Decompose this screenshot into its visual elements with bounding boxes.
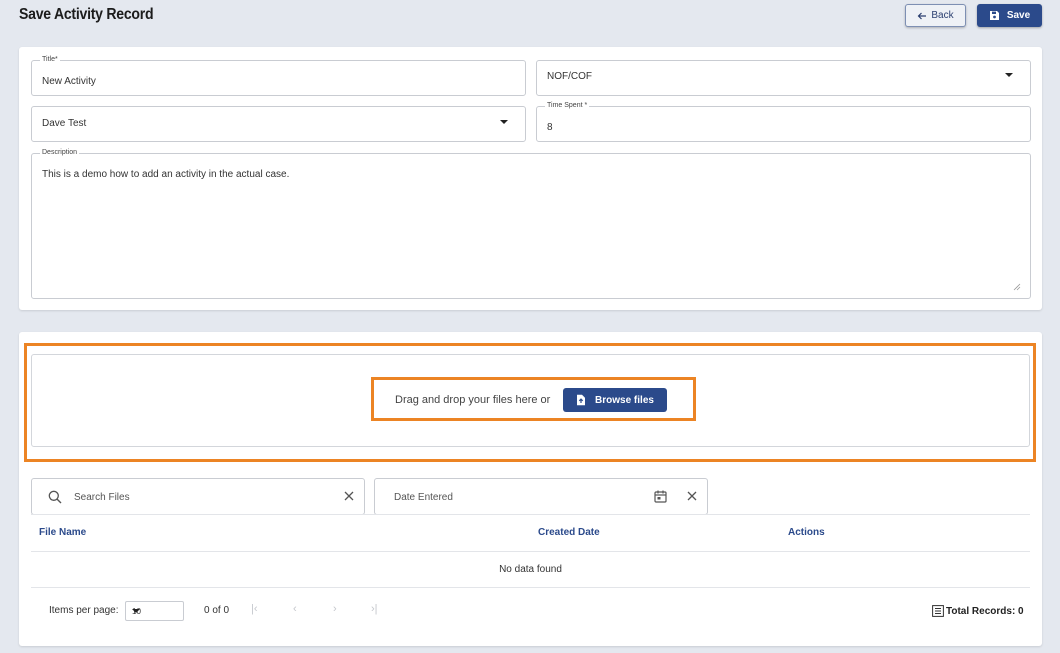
file-upload-icon (577, 394, 586, 406)
title-value: New Activity (42, 76, 96, 87)
caret-down-icon (132, 609, 140, 613)
previous-page-icon[interactable]: ‹ (293, 603, 297, 615)
description-label: Description (40, 148, 80, 158)
save-button-label: Save (1006, 10, 1031, 21)
save-button[interactable]: Save (977, 4, 1042, 27)
date-entered-input[interactable]: Date Entered (374, 478, 708, 515)
date-entered-placeholder: Date Entered (394, 492, 453, 503)
floppy-disk-icon (989, 11, 999, 20)
drag-drop-text: Drag and drop your files here or (395, 394, 551, 406)
activity-type-select[interactable]: NOF/COF (536, 60, 1031, 96)
no-data-message: No data found (499, 564, 562, 575)
browse-files-label: Browse files (595, 394, 654, 406)
last-page-icon[interactable]: ›| (371, 603, 378, 615)
page-range: 0 of 0 (204, 605, 230, 616)
page-size-select[interactable]: 10 (125, 601, 184, 621)
back-button[interactable]: Back (905, 4, 966, 27)
close-icon[interactable] (344, 491, 354, 501)
resize-handle-icon[interactable] (1013, 283, 1021, 291)
caret-down-icon (1005, 73, 1013, 77)
user-value: Dave Test (42, 118, 87, 129)
activity-form-card: Title* New Activity NOF/COF Dave Test Ti… (19, 47, 1042, 310)
time-spent-value: 8 (547, 122, 553, 133)
arrow-left-icon (918, 12, 927, 19)
activity-type-value: NOF/COF (547, 71, 592, 82)
caret-down-icon (500, 120, 508, 124)
search-icon (48, 490, 62, 504)
table-header-divider (31, 551, 1030, 552)
table-top-divider (31, 514, 1030, 515)
time-spent-field[interactable]: Time Spent * 8 (536, 101, 1031, 142)
time-spent-label: Time Spent * (545, 101, 590, 111)
description-value: This is a demo how to add an activity in… (42, 169, 290, 180)
column-header-created-date[interactable]: Created Date (538, 527, 600, 538)
first-page-icon[interactable]: |‹ (251, 603, 258, 615)
column-header-actions: Actions (788, 527, 825, 538)
title-label: Title* (40, 55, 60, 65)
total-records-label: Total Records: 0 (946, 605, 1024, 617)
back-button-label: Back (931, 10, 954, 21)
list-icon (932, 605, 944, 617)
browse-files-button[interactable]: Browse files (563, 388, 667, 412)
table-bottom-divider (31, 587, 1030, 588)
user-select[interactable]: Dave Test (31, 106, 526, 142)
close-icon[interactable] (687, 491, 697, 501)
search-files-placeholder: Search Files (74, 492, 130, 503)
next-page-icon[interactable]: › (333, 603, 337, 615)
search-files-input[interactable]: Search Files (31, 478, 365, 515)
column-header-file-name[interactable]: File Name (39, 527, 86, 538)
title-field[interactable]: Title* New Activity (31, 55, 526, 96)
description-field[interactable]: Description This is a demo how to add an… (31, 148, 1031, 299)
total-records: Total Records: 0 (932, 605, 1024, 617)
calendar-icon[interactable] (654, 490, 667, 503)
items-per-page-label: Items per page: (49, 605, 119, 616)
page-title: Save Activity Record (19, 6, 154, 23)
